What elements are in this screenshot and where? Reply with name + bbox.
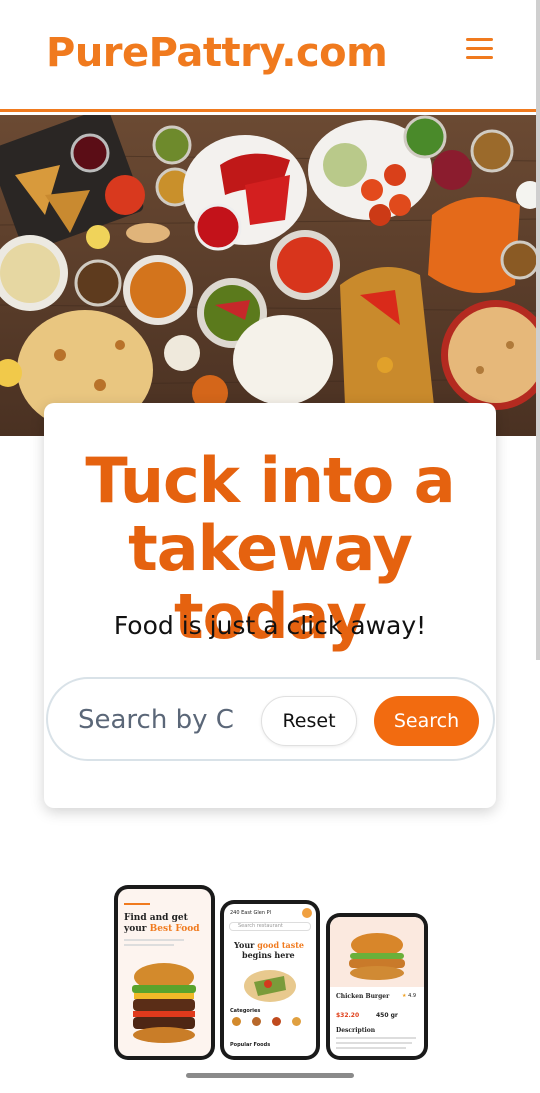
phone2-search: Search restaurant — [238, 923, 283, 929]
phone2-title-accent: good taste — [257, 940, 304, 950]
food-illustration — [0, 115, 540, 436]
phone-mockup-2: 240 East Glen Pl Search restaurant Your … — [220, 900, 320, 1060]
wrap-illustration — [244, 970, 296, 1002]
search-bar: Reset Search — [46, 677, 495, 761]
home-indicator — [186, 1073, 354, 1078]
avatar — [302, 908, 312, 918]
phone2-popular: Popular Foods — [230, 1042, 271, 1048]
phone2-categories: Categories — [230, 1008, 261, 1014]
phone3-price: $32.20 — [336, 1012, 360, 1019]
phone2-location: 240 East Glen Pl — [230, 910, 272, 916]
phone3-item-name: Chicken Burger — [336, 993, 390, 1000]
page-subheading: Food is just a click away! — [113, 611, 427, 640]
search-button[interactable]: Search — [374, 696, 479, 746]
hero-food-image — [0, 115, 540, 436]
app-preview-phones: Find and get your Best Food 240 East Gle… — [114, 885, 428, 1060]
phone2-title-b: begins here — [242, 950, 295, 960]
phone-mockup-1: Find and get your Best Food — [114, 885, 215, 1060]
phone-mockup-3: Chicken Burger ★ 4.9 $32.20 450 gr Descr… — [326, 913, 428, 1060]
phone1-title-b: your — [124, 924, 147, 934]
reset-button[interactable]: Reset — [261, 696, 357, 746]
scrollbar[interactable] — [536, 0, 540, 660]
chicken-burger-illustration — [349, 933, 405, 980]
hamburger-menu-icon[interactable] — [466, 38, 494, 60]
phone1-title: Find and get — [124, 913, 188, 923]
phone1-title-accent: Best Food — [149, 924, 200, 934]
hero-card: Tuck into a takeway today Food is just a… — [44, 403, 496, 808]
brand-logo[interactable]: PurePattry.com — [46, 30, 388, 76]
search-input[interactable] — [78, 699, 238, 741]
phone2-title-a: Your — [234, 940, 255, 950]
phone3-description-label: Description — [336, 1027, 376, 1034]
burger-illustration — [132, 963, 196, 1043]
phone3-weight: 450 gr — [376, 1012, 398, 1019]
site-header: PurePattry.com — [0, 0, 540, 112]
phone3-rating: 4.9 — [408, 993, 417, 999]
